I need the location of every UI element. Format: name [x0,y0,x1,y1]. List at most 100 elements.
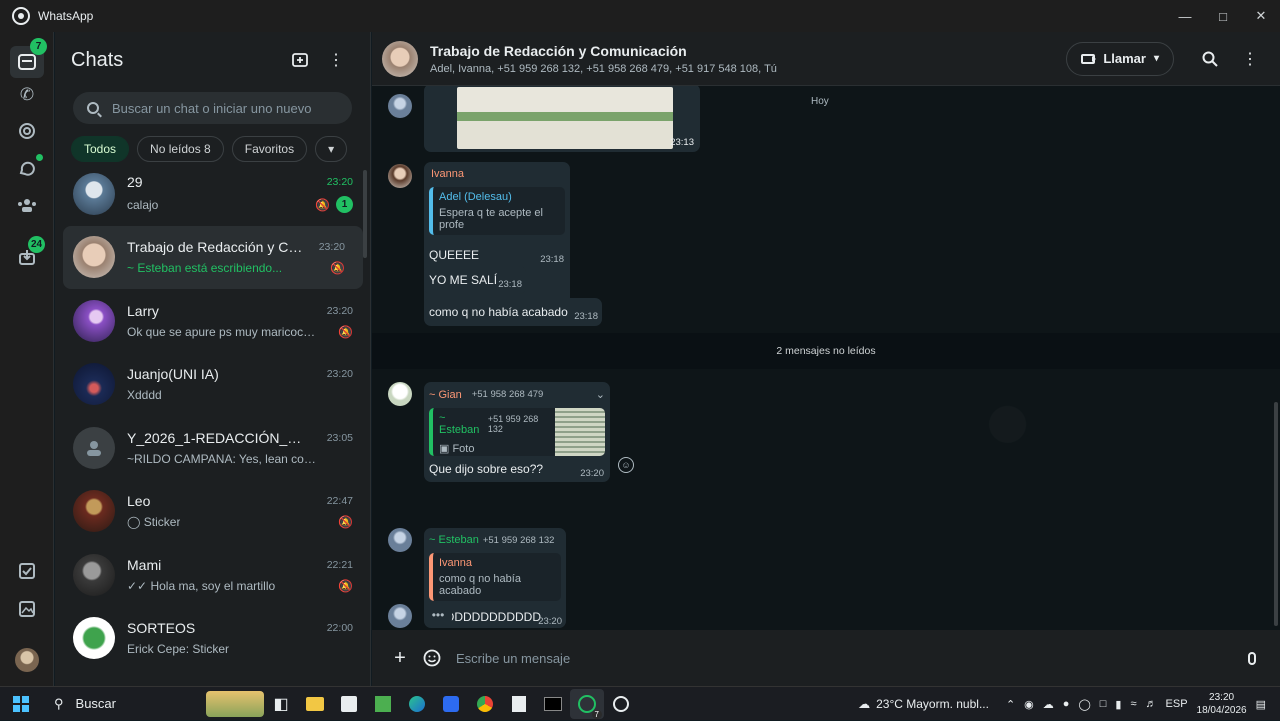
chrome-icon[interactable] [468,689,502,719]
tray-window-icon[interactable]: □ [1100,698,1107,710]
muted-icon: 🔕 [338,515,353,530]
search-icon[interactable] [1190,42,1230,76]
minecraft-icon[interactable] [366,689,400,719]
quoted-message[interactable]: Adel (Delesau) Espera q te acepte el pro… [429,187,565,235]
avatar [73,236,115,279]
chat-item-leo[interactable]: Leo 22:47 ◯ Sticker 🔕 [55,480,370,544]
wifi-icon[interactable]: ≈ [1130,698,1136,710]
file-explorer-icon[interactable] [298,689,332,719]
sidebar-scrollbar[interactable] [363,170,367,258]
search-input[interactable]: Buscar un chat o iniciar uno nuevo [73,92,352,124]
recording-app-icon[interactable] [604,689,638,719]
calls-icon[interactable]: ✆ [14,82,40,108]
image-message[interactable]: 23:13 [424,86,700,152]
photo-icon: ▣ [439,443,453,455]
store-icon[interactable] [332,689,366,719]
cloud-icon[interactable]: ☁ [1043,698,1054,711]
chat-item-29[interactable]: 29 23:20 calajo 🔕 1 [55,162,370,226]
weather-widget[interactable]: ☁ 23°C Mayorm. nubl... [858,697,989,711]
edge-icon[interactable] [400,689,434,719]
task-view-icon[interactable]: ◧ [264,689,298,719]
sticker-emoji-icon[interactable] [416,642,448,674]
quote-author: ~ Esteban [439,412,480,436]
conversation-header[interactable]: Trabajo de Redacción y Comunicación Adel… [372,32,1280,86]
message-time: 23:18 [540,254,564,265]
app-icon[interactable] [434,689,468,719]
messages-scrollbar[interactable] [1274,402,1278,626]
message-bubble-gian[interactable]: ~ Gian +51 958 268 479 ⌄ ~ Esteban +51 95… [424,382,610,482]
starred-messages-icon[interactable] [14,558,40,584]
document-photo[interactable] [457,87,673,149]
menu-icon[interactable]: ⋮ [318,44,354,76]
profile-avatar[interactable] [15,648,39,672]
filter-unread[interactable]: No leídos 8 [137,136,224,162]
chat-item-redaccion-group[interactable]: Y_2026_1-REDACCIÓN_UNI_... 23:05 ~RILDO C… [55,416,370,480]
close-icon[interactable]: ✕ [1242,0,1280,32]
group-avatar[interactable] [382,40,418,77]
taskbar-search[interactable]: ⚲ Buscar [44,689,264,719]
maximize-icon[interactable]: □ [1204,0,1242,32]
chat-time: 22:21 [326,558,353,571]
message-bubble-ivanna[interactable]: Ivanna Adel (Delesau) Espera q te acepte… [424,162,570,320]
chat-item-juanjo[interactable]: Juanjo(UNI IA) 23:20 Xdddd [55,353,370,417]
chevron-down-icon[interactable]: ⌄ [596,388,605,401]
chat-list: 29 23:20 calajo 🔕 1 Trabajo de Redacción y… [55,162,370,671]
microphone-icon[interactable]: ● [1063,698,1070,710]
quote-author: Adel (Delesau) [439,191,512,203]
attach-plus-icon[interactable]: + [384,642,416,674]
whatsapp-taskbar-icon[interactable]: 7 [570,688,604,719]
participants-list: Adel, Ivanna, +51 959 268 132, +51 958 2… [430,62,777,75]
filter-all[interactable]: Todos [71,136,130,162]
filter-more-chevron-icon[interactable]: ▾ [315,136,348,162]
communities-icon[interactable] [14,192,40,218]
message-text: Que dijo sobre eso?? [429,462,544,476]
updates-badge: 24 [28,236,46,253]
minimize-icon[interactable]: — [1166,0,1204,32]
unread-badge: 1 [336,196,353,214]
message-input[interactable]: Escribe un mensaje [456,651,1236,666]
chat-name: Y_2026_1-REDACCIÓN_UNI_... [127,429,307,446]
message-time: 23:20 [580,468,604,479]
sticker-icon: ◯ [127,515,144,530]
quote-text: como q no había acabado [439,573,521,597]
headset-icon[interactable]: ◯ [1078,698,1090,711]
show-hidden-icons-chevron-icon[interactable]: ⌃ [1006,698,1015,711]
message-bubble-ivanna-2[interactable]: YO ME SALÍ 23:18 [424,266,526,294]
clock-date: 18/04/2026 [1196,705,1247,716]
quoted-message[interactable]: ~ Esteban +51 959 268 132 ▣ Foto [429,408,605,456]
sender-phone: +51 958 268 479 [471,389,544,400]
chat-item-sorteos[interactable]: SORTEOS 22:00 Erick Cepe: Sticker [55,607,370,671]
status-icon[interactable] [14,118,40,144]
message-text: QUEEEE [429,248,480,262]
menu-icon[interactable]: ⋮ [1230,42,1270,76]
message-time: 23:18 [498,279,522,290]
filter-favorites[interactable]: Favoritos [231,136,308,162]
language-indicator[interactable]: ESP [1166,698,1188,710]
video-camera-icon [1081,53,1097,64]
chat-item-trabajo[interactable]: Trabajo de Redacción y Com... 23:20 ~ Est… [63,225,363,289]
chat-preview: calajo [127,197,159,212]
windows-start-icon[interactable] [4,689,38,719]
notifications-icon[interactable]: ▤ [1256,698,1266,711]
microphone-icon[interactable] [1236,642,1268,674]
sender-avatar [388,528,412,552]
avatar [73,490,115,533]
system-clock[interactable]: 23:20 18/04/2026 [1197,691,1247,717]
chat-item-larry[interactable]: Larry 23:20 Ok que se apure ps muy marico… [55,289,370,353]
emoji-reaction-icon[interactable]: ☺ [618,457,634,473]
notes-icon[interactable] [502,689,536,719]
sender-phone: +51 959 268 132 [482,534,555,546]
message-bubble-ivanna-3[interactable]: como q no había acabado 23:18 [424,298,602,326]
volume-icon[interactable]: ♬ [1146,698,1157,710]
avatar [73,363,115,406]
battery-icon[interactable]: ▮ [1115,698,1121,711]
chat-sidebar: Chats ⋮ Buscar un chat o iniciar uno nue… [55,32,371,686]
call-button[interactable]: Llamar ▾ [1066,41,1174,76]
quoted-message[interactable]: Ivanna como q no había acabado [429,553,561,601]
terminal-icon[interactable] [536,689,570,719]
chat-preview: Ok que se apure ps muy maricocin ... [127,324,317,339]
new-chat-icon[interactable] [282,44,318,76]
media-gallery-icon[interactable] [14,596,40,622]
tray-app-icon[interactable]: ◉ [1024,698,1034,711]
chat-item-mami[interactable]: Mami 22:21 ✓✓ Hola ma, soy el martillo 🔕 [55,543,370,607]
